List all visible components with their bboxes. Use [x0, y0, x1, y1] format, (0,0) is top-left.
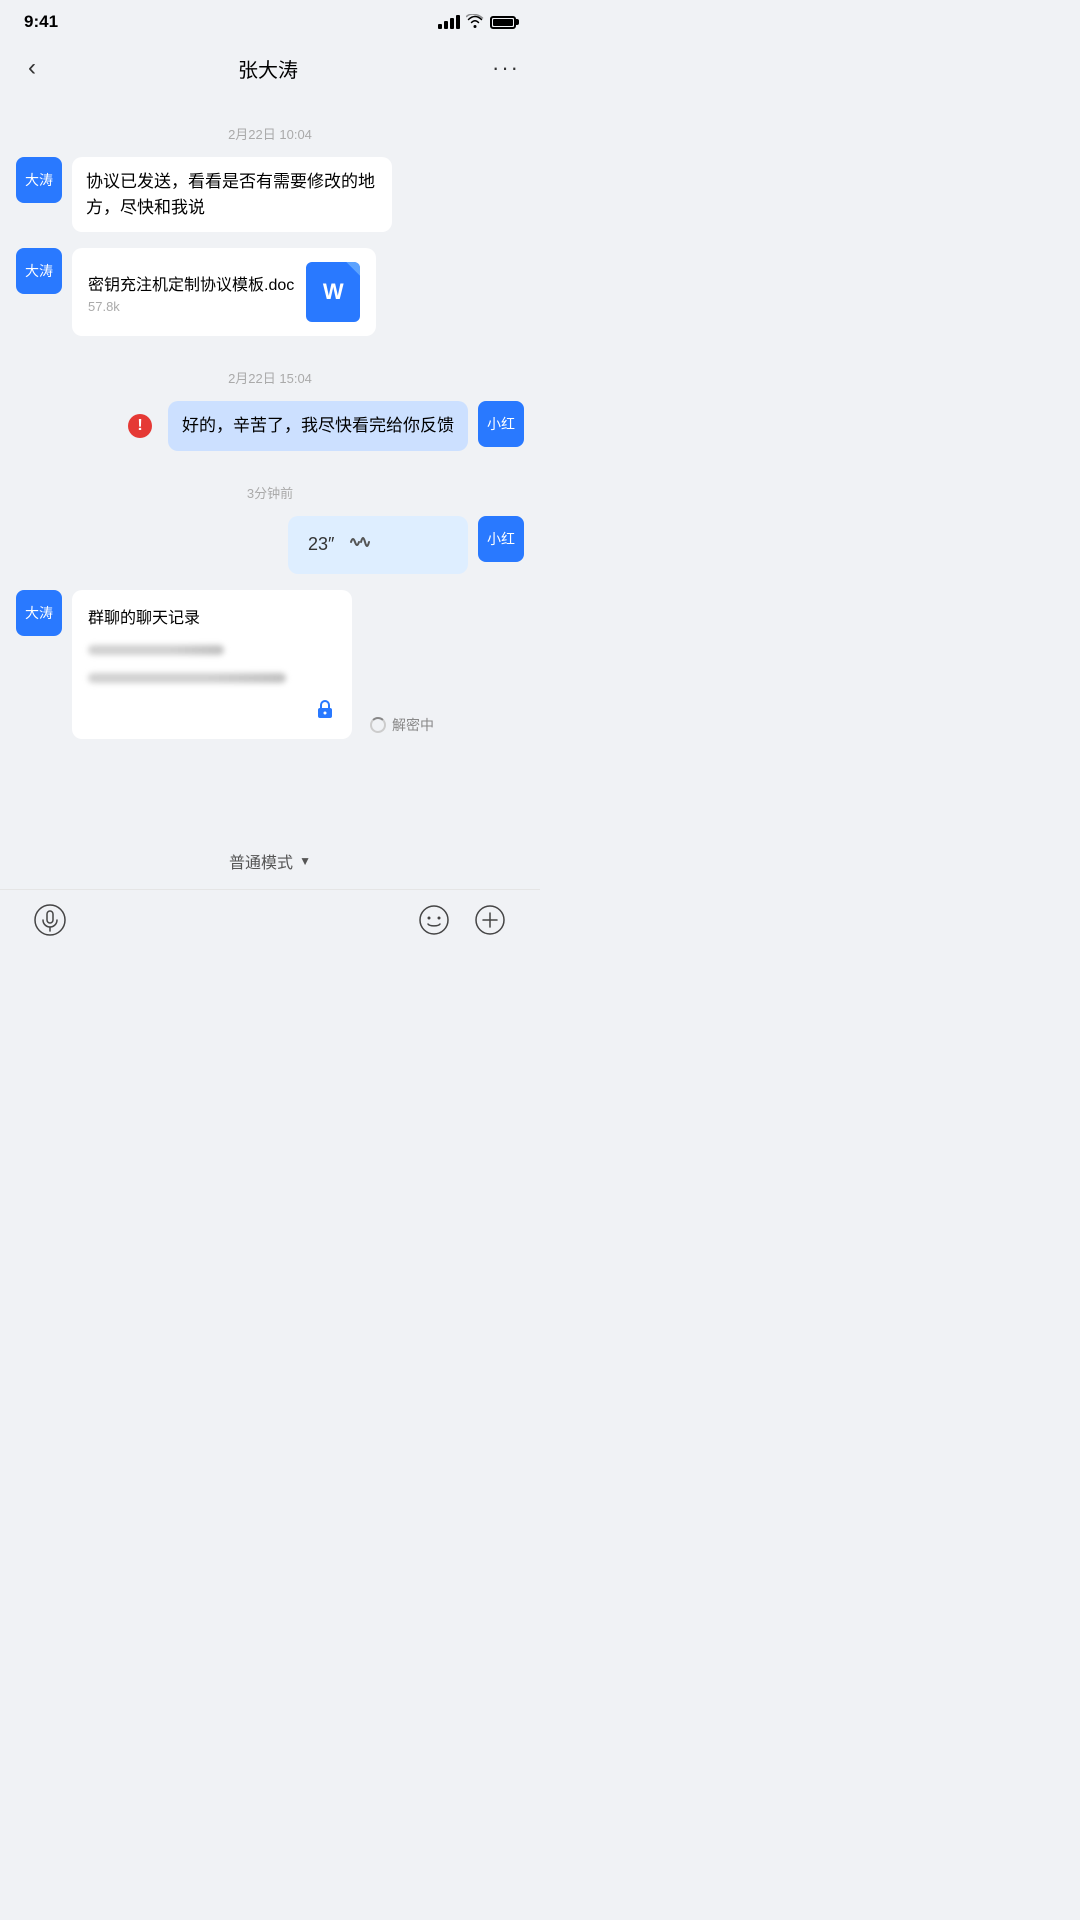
- file-info: 密钥充注机定制协议模板.doc 57.8k: [88, 271, 294, 314]
- mode-selector[interactable]: 普通模式 ▼: [0, 833, 540, 889]
- message-row: 大涛 协议已发送，看看是否有需要修改的地方，尽快和我说: [16, 157, 524, 232]
- battery-icon: [490, 16, 516, 29]
- file-bubble[interactable]: 密钥充注机定制协议模板.doc 57.8k W: [72, 248, 376, 336]
- file-size: 57.8k: [88, 299, 294, 314]
- mic-button[interactable]: [30, 900, 70, 940]
- message-bubble[interactable]: 协议已发送，看看是否有需要修改的地方，尽快和我说: [72, 157, 392, 232]
- back-button[interactable]: ‹: [20, 50, 44, 86]
- voice-duration: 23″: [308, 534, 334, 555]
- status-bar: 9:41: [0, 0, 540, 40]
- decrypt-spinner-icon: [370, 717, 386, 733]
- record-preview: [88, 640, 336, 688]
- record-message-row: 大涛 群聊的聊天记录 解密中: [16, 590, 524, 739]
- message-bubble-right[interactable]: 好的，辛苦了，我尽快看完给你反馈: [168, 401, 468, 451]
- emoji-button[interactable]: [414, 900, 454, 940]
- voice-wave-icon: [348, 530, 372, 560]
- chat-area: 2月22日 10:04 大涛 协议已发送，看看是否有需要修改的地方，尽快和我说 …: [0, 100, 540, 833]
- avatar-datao-3: 大涛: [16, 590, 62, 636]
- avatar-datao-2: 大涛: [16, 248, 62, 294]
- wifi-icon: [466, 14, 484, 31]
- decrypt-status: 解密中: [370, 715, 434, 735]
- add-button[interactable]: [470, 900, 510, 940]
- voice-message-row: 小红 23″: [16, 516, 524, 574]
- voice-bubble[interactable]: 23″: [288, 516, 468, 574]
- mode-label: 普通模式: [229, 849, 293, 873]
- file-message-row: 大涛 密钥充注机定制协议模板.doc 57.8k W: [16, 248, 524, 336]
- word-file-icon: W: [306, 262, 360, 322]
- more-button[interactable]: ···: [492, 55, 520, 81]
- record-bubble[interactable]: 群聊的聊天记录: [72, 590, 352, 739]
- record-title: 群聊的聊天记录: [88, 604, 336, 628]
- chat-title: 张大涛: [238, 54, 298, 83]
- toolbar-right: [414, 900, 510, 940]
- avatar-xiaohong-2: 小红: [478, 516, 524, 562]
- header: ‹ 张大涛 ···: [0, 40, 540, 100]
- avatar-xiaohong: 小红: [478, 401, 524, 447]
- error-indicator[interactable]: !: [128, 414, 152, 438]
- status-icons: [438, 14, 516, 31]
- mode-arrow-icon: ▼: [299, 854, 311, 868]
- lock-icon: [88, 698, 336, 725]
- status-time: 9:41: [24, 12, 58, 32]
- file-name: 密钥充注机定制协议模板.doc: [88, 271, 294, 295]
- timestamp-2: 2月22日 15:04: [16, 368, 524, 387]
- timestamp-3: 3分钟前: [16, 483, 524, 502]
- bottom-toolbar: [0, 889, 540, 960]
- message-row-right: 小红 好的，辛苦了，我尽快看完给你反馈 !: [16, 401, 524, 451]
- timestamp-1: 2月22日 10:04: [16, 124, 524, 143]
- avatar-datao: 大涛: [16, 157, 62, 203]
- signal-icon: [438, 15, 460, 29]
